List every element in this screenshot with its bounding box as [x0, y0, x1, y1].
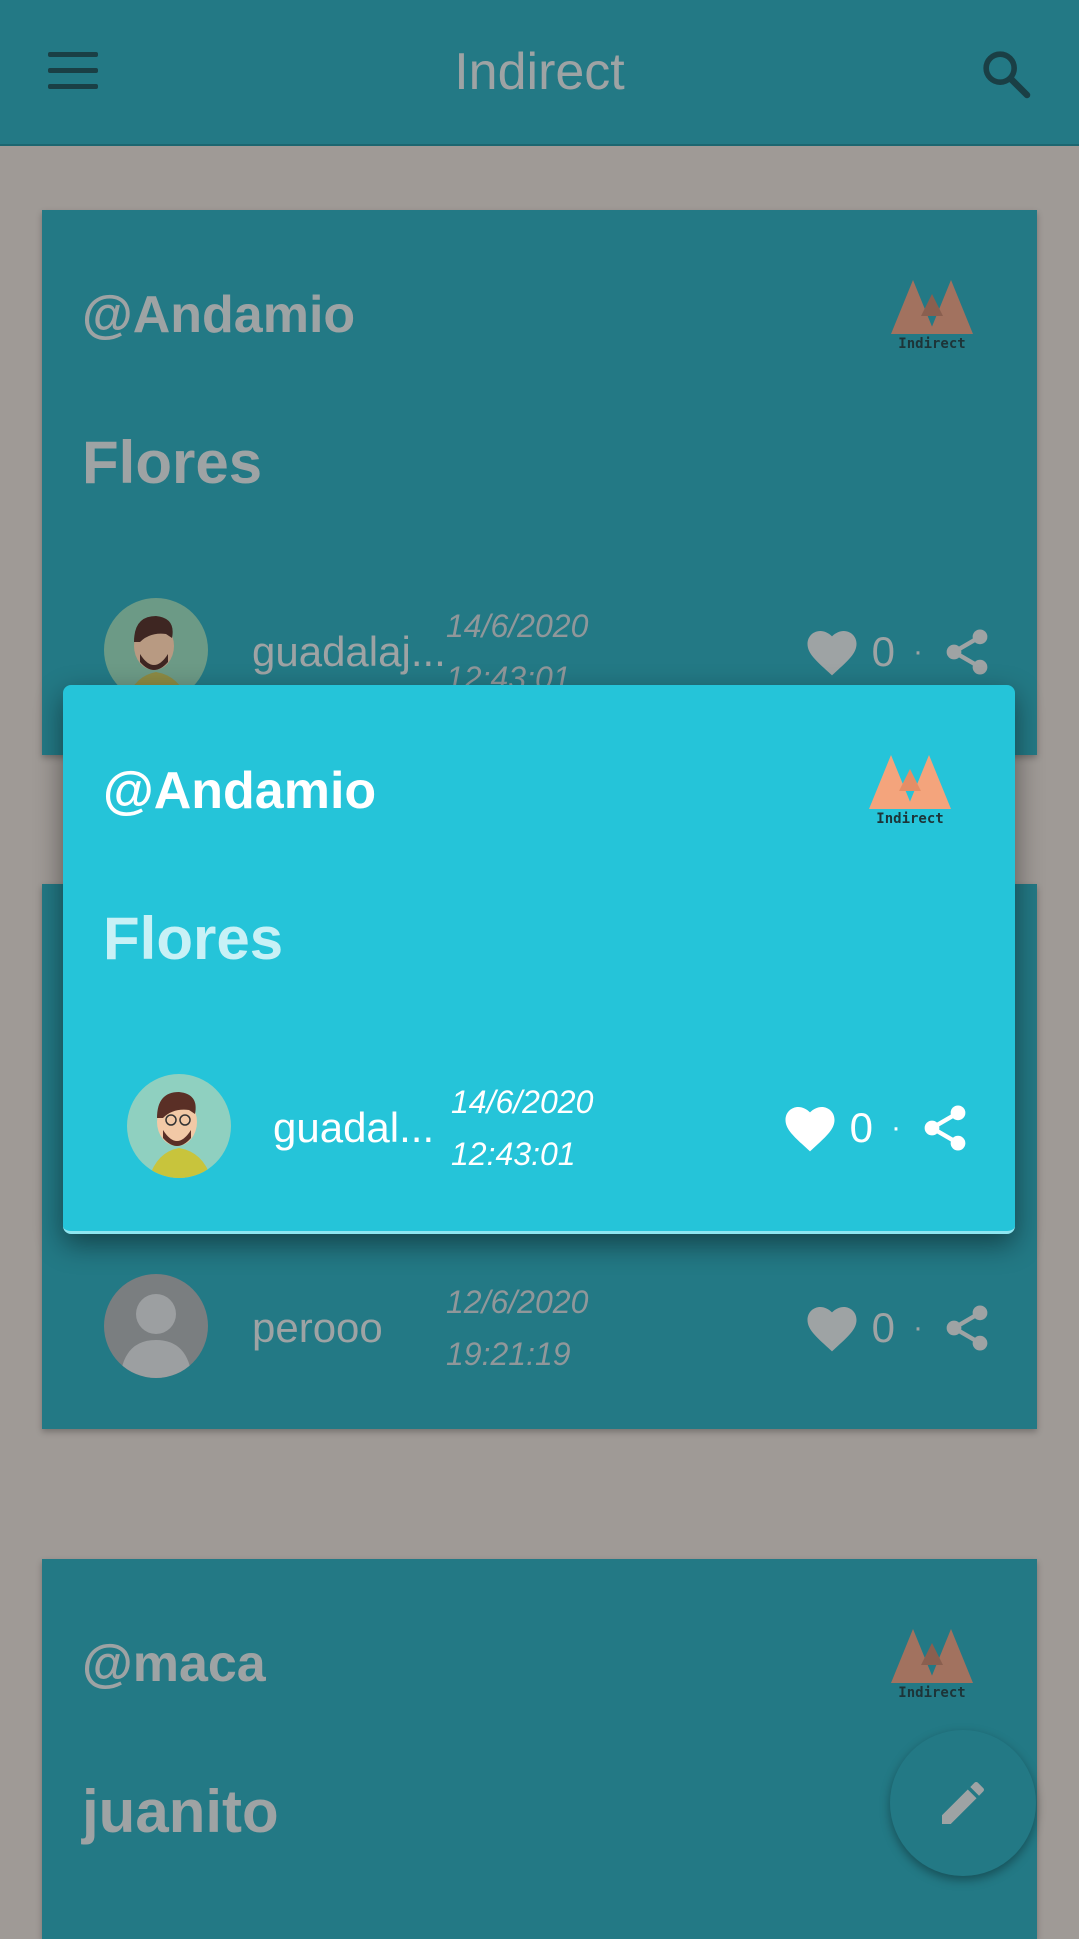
post-username[interactable]: guadal... — [273, 1104, 434, 1152]
post-date: 14/6/2020 — [446, 608, 589, 644]
indirect-logo: Indirect — [891, 276, 973, 362]
post-timestamp: 12/6/2020 19:21:19 — [446, 1276, 588, 1380]
share-icon[interactable] — [919, 1102, 971, 1154]
separator-dot: · — [891, 1111, 901, 1144]
post-subject: juanito — [82, 1778, 279, 1845]
post-username[interactable]: perooo — [252, 1304, 383, 1352]
heart-icon[interactable] — [782, 1102, 838, 1154]
post-card[interactable]: @maca Indirect juanito — [42, 1559, 1037, 1939]
post-time: 12:43:01 — [451, 1136, 576, 1172]
post-date: 14/6/2020 — [451, 1084, 594, 1120]
post-actions: 0 · — [804, 622, 993, 682]
post-date: 12/6/2020 — [446, 1284, 589, 1320]
heart-icon[interactable] — [804, 1302, 860, 1354]
post-footer: perooo 12/6/2020 19:21:19 0 · — [42, 1274, 1037, 1384]
pencil-icon — [942, 1781, 984, 1824]
post-handle[interactable]: @Andamio — [82, 285, 355, 345]
post-handle[interactable]: @maca — [82, 1634, 266, 1694]
separator-dot: · — [913, 1311, 923, 1344]
post-actions: 0 · — [782, 1098, 971, 1158]
search-icon[interactable] — [978, 46, 1034, 102]
highlighted-post-card[interactable]: @Andamio Indirect Flores guadal... 14/6/… — [63, 685, 1015, 1234]
app-title: Indirect — [454, 43, 625, 101]
avatar[interactable] — [127, 1074, 231, 1178]
post-actions: 0 · — [804, 1298, 993, 1358]
post-footer: guadal... 14/6/2020 12:43:01 0 · — [63, 1074, 1015, 1184]
separator-dot: · — [913, 635, 923, 668]
share-icon[interactable] — [941, 1302, 993, 1354]
indirect-logo: Indirect — [891, 1625, 973, 1711]
post-subject: Flores — [82, 429, 263, 496]
heart-icon[interactable] — [804, 626, 860, 678]
compose-button[interactable] — [890, 1730, 1036, 1876]
post-card[interactable]: @Andamio Indirect Flores guadalaj... 14/… — [42, 210, 1037, 755]
app-bar: Indirect — [0, 0, 1079, 146]
like-count: 0 — [871, 1304, 895, 1351]
post-timestamp: 14/6/2020 12:43:01 — [451, 1076, 593, 1180]
like-count: 0 — [849, 1104, 873, 1151]
post-username[interactable]: guadalaj... — [252, 628, 446, 676]
post-subject: Flores — [103, 905, 284, 972]
indirect-logo: Indirect — [869, 751, 951, 837]
post-handle[interactable]: @Andamio — [103, 761, 376, 821]
default-avatar[interactable] — [104, 1274, 208, 1378]
like-count: 0 — [871, 628, 895, 675]
share-icon[interactable] — [941, 626, 993, 678]
post-time: 19:21:19 — [446, 1336, 571, 1372]
